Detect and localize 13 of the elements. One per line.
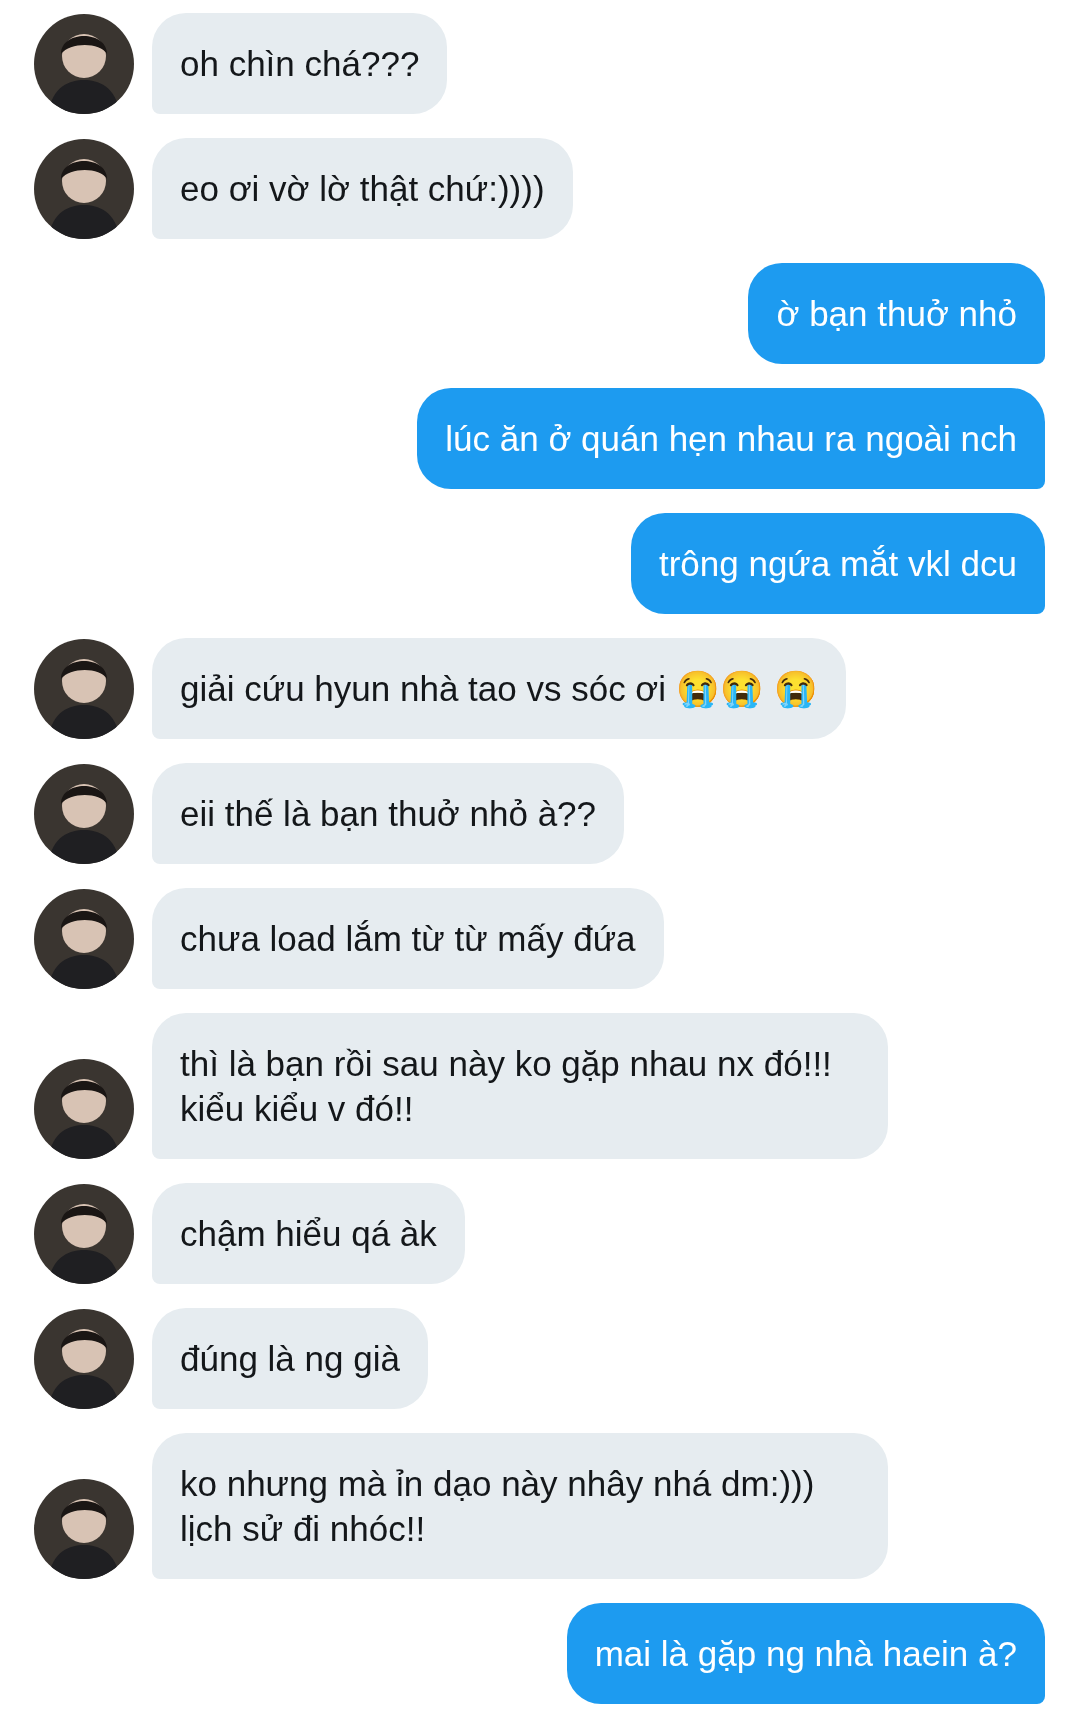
message-bubble: eii thế là bạn thuở nhỏ à?? — [152, 763, 625, 864]
message-bubble: thì là bạn rồi sau này ko gặp nhau nx đó!!! kiểu kiểu v đó!! — [152, 1013, 888, 1159]
message-bubble: lúc ăn ở quán hẹn nhau ra ngoài nch — [417, 388, 1045, 489]
message-bubble: giải cứu hyun nhà tao vs sóc ơi 😭😭 😭 — [152, 638, 846, 739]
message-bubble: oh chìn chá??? — [152, 13, 448, 114]
message-bubble: chậm hiểu qá àk — [152, 1183, 465, 1284]
message-bubble: đúng là ng già — [152, 1308, 428, 1409]
message-bubble: chưa load lắm từ từ mấy đứa — [152, 888, 664, 989]
message-bubble: eo ơi vờ lờ thật chứ:)))) — [152, 138, 573, 239]
message-bubble: trông ngứa mắt vkl dcu — [630, 513, 1045, 614]
message-bubble: mai là gặp ng nhà haein à? — [566, 1603, 1045, 1704]
message-bubble: ko nhưng mà ỉn dạo này nhây nhá dm:))) lịch sử đi nhóc!! — [152, 1433, 888, 1579]
message-bubble: ờ bạn thuở nhỏ — [748, 263, 1045, 364]
